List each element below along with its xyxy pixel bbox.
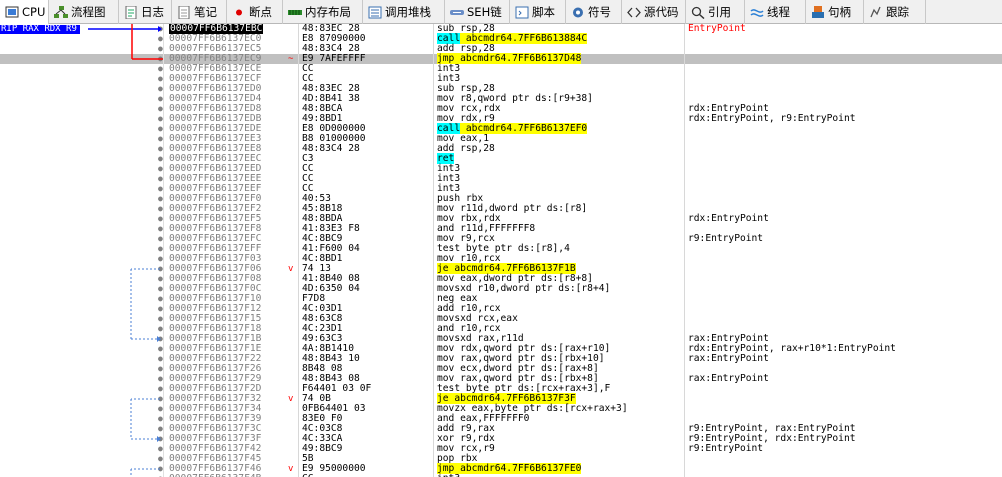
- seh-icon: [449, 5, 464, 19]
- column-separator: [433, 24, 434, 477]
- tab-graph[interactable]: 流程图: [49, 0, 119, 24]
- row-comment: EntryPoint: [688, 24, 746, 34]
- row-comment: r9:EntryPoint: [688, 443, 764, 454]
- tab-seh[interactable]: SEH链: [445, 0, 510, 24]
- tab-label: 流程图: [71, 5, 106, 19]
- cond-jump-head-icon: [157, 336, 161, 342]
- tab-handles[interactable]: 句柄: [806, 0, 864, 24]
- handles-icon: [810, 5, 825, 19]
- threads-icon: [749, 5, 764, 19]
- log-icon: [123, 5, 138, 19]
- tab-trace[interactable]: 跟踪: [864, 0, 926, 24]
- tab-symbols[interactable]: 符号: [566, 0, 622, 24]
- tab-label: 跟踪: [886, 5, 909, 19]
- tab-source[interactable]: 源代码: [622, 0, 686, 24]
- jump-arrows: [88, 24, 163, 477]
- tab-label: SEH链: [467, 5, 502, 19]
- script-icon: [514, 5, 529, 19]
- tab-label: 断点: [249, 5, 272, 19]
- source-icon: [626, 5, 641, 19]
- tab-threads[interactable]: 线程: [745, 0, 806, 24]
- row-comment: rdx:EntryPoint, r9:EntryPoint: [688, 113, 856, 124]
- tab-log[interactable]: 日志: [119, 0, 172, 24]
- notes-icon: [176, 5, 191, 19]
- tab-label: 源代码: [644, 5, 679, 19]
- memory-map-icon: [287, 5, 302, 19]
- tab-label: 调用堆栈: [385, 5, 431, 19]
- breakpoint-icon: [231, 5, 246, 19]
- callstack-icon: [367, 5, 382, 19]
- tab-references[interactable]: 引用: [686, 0, 745, 24]
- jump-direction-icon: ~: [288, 54, 294, 64]
- tab-memory-map[interactable]: 内存布局: [283, 0, 363, 24]
- tab-label: CPU: [22, 5, 46, 19]
- tab-label: 笔记: [194, 5, 217, 19]
- cond-jump-head-icon: [157, 436, 161, 442]
- graph-icon: [53, 5, 68, 19]
- row-comment: rax:EntryPoint: [688, 353, 769, 364]
- row-comment: rax:EntryPoint: [688, 373, 769, 384]
- tab-label: 日志: [141, 5, 164, 19]
- cpu-icon: [4, 5, 19, 19]
- tab-label: 句柄: [828, 5, 851, 19]
- column-separator: [298, 24, 299, 477]
- trace-icon: [868, 5, 883, 19]
- tab-bar: CPU 流程图 日志 笔记 断点 内存布局 调用堆栈 SEH链 脚本 符号 源代码 引用 线程 句柄 跟踪: [0, 0, 1002, 24]
- tab-script[interactable]: 脚本: [510, 0, 566, 24]
- tab-callstack[interactable]: 调用堆栈: [363, 0, 445, 24]
- tab-label: 符号: [588, 5, 611, 19]
- jump-direction-icon: v: [288, 264, 294, 274]
- tab-label: 线程: [767, 5, 790, 19]
- jump-direction-icon: v: [288, 464, 294, 474]
- jump-direction-icon: v: [288, 394, 294, 404]
- tab-cpu[interactable]: CPU: [0, 0, 49, 24]
- tab-label: 引用: [708, 5, 731, 19]
- references-icon: [690, 5, 705, 19]
- tab-label: 脚本: [532, 5, 555, 19]
- row-comment: r9:EntryPoint: [688, 233, 764, 244]
- tab-label: 内存布局: [305, 5, 351, 19]
- row-comment: rdx:EntryPoint: [688, 213, 769, 224]
- tab-breakpoint[interactable]: 断点: [227, 0, 283, 24]
- tab-notes[interactable]: 笔记: [172, 0, 227, 24]
- column-separator: [684, 24, 685, 477]
- symbols-icon: [570, 5, 585, 19]
- rip-arrow-head-icon: [158, 26, 162, 32]
